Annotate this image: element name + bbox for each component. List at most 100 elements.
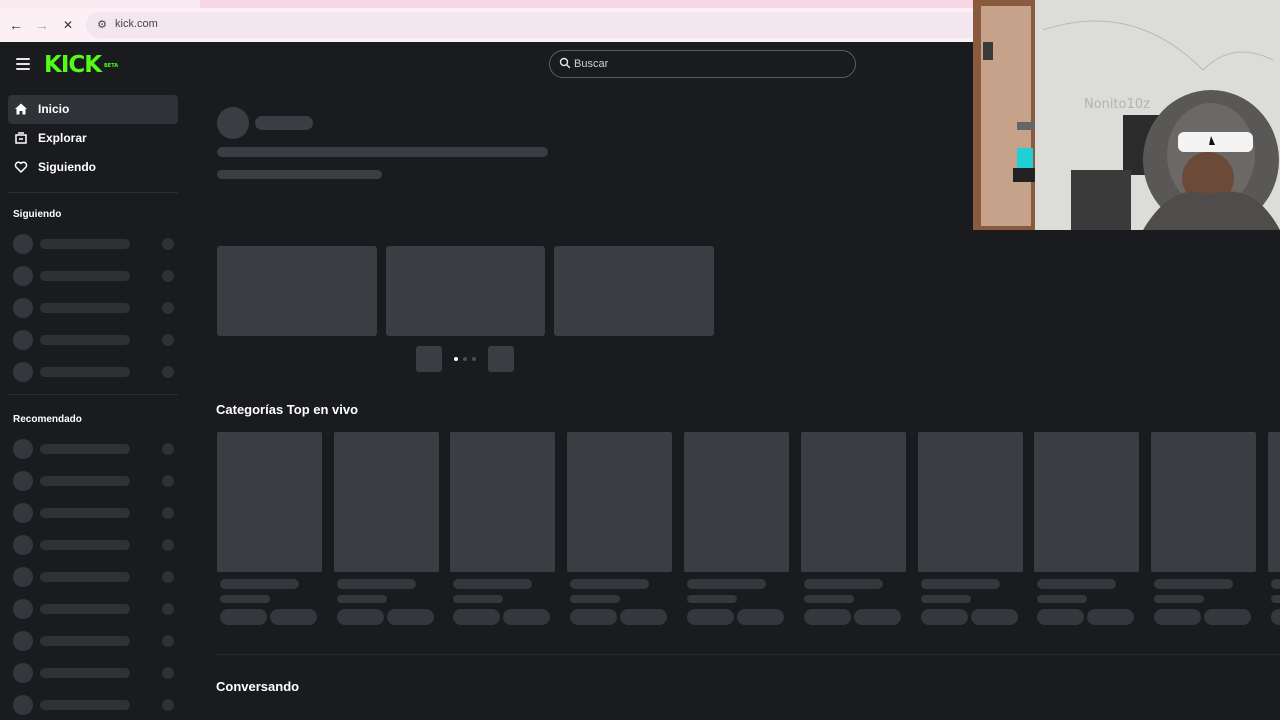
category-tag-skeleton: [1154, 609, 1201, 625]
category-thumbnail-skeleton: [334, 432, 439, 572]
carousel-card-skeleton[interactable]: [386, 246, 545, 336]
category-card-skeleton[interactable]: [801, 432, 906, 628]
featured-name-skeleton: [255, 116, 313, 130]
featured-subtitle-skeleton: [217, 170, 382, 179]
category-tag-skeleton: [971, 609, 1018, 625]
recommended-channel-skeleton: [13, 631, 178, 651]
category-viewers-skeleton: [337, 595, 387, 603]
sidebar-divider: [8, 394, 178, 395]
carousel-dot[interactable]: [463, 357, 467, 361]
category-tag-skeleton: [503, 609, 550, 625]
recommended-channel-skeleton: [13, 663, 178, 683]
category-viewers-skeleton: [1271, 595, 1280, 603]
search-icon: [559, 57, 571, 69]
category-viewers-skeleton: [453, 595, 503, 603]
category-viewers-skeleton: [804, 595, 854, 603]
category-viewers-skeleton: [570, 595, 620, 603]
beta-badge: BETA: [104, 63, 119, 69]
recommended-channel-skeleton: [13, 471, 178, 491]
category-name-skeleton: [453, 579, 532, 589]
category-viewers-skeleton: [1154, 595, 1204, 603]
category-tag-skeleton: [453, 609, 500, 625]
sidebar-item-label: Explorar: [38, 131, 87, 145]
category-name-skeleton: [921, 579, 1000, 589]
category-name-skeleton: [1271, 579, 1280, 589]
stop-loading-icon[interactable]: ✕: [59, 16, 77, 34]
search-input[interactable]: Buscar: [549, 50, 856, 78]
sidebar-item-explorar[interactable]: Explorar: [8, 124, 178, 153]
category-tag-skeleton: [854, 609, 901, 625]
following-channel-skeleton: [13, 234, 178, 254]
back-icon[interactable]: ←: [7, 16, 25, 34]
category-tag-skeleton: [1204, 609, 1251, 625]
carousel-next-button[interactable]: [488, 346, 514, 372]
top-categories-title: Categorías Top en vivo: [216, 402, 359, 417]
category-card-skeleton[interactable]: [567, 432, 672, 628]
category-name-skeleton: [687, 579, 766, 589]
recommended-channel-skeleton: [13, 535, 178, 555]
category-thumbnail-skeleton: [1034, 432, 1139, 572]
sidebar: Inicio Explorar Siguiendo Siguiendo Reco…: [0, 88, 186, 720]
category-thumbnail-skeleton: [567, 432, 672, 572]
category-thumbnail-skeleton: [801, 432, 906, 572]
forward-icon[interactable]: →: [33, 16, 51, 34]
category-tag-skeleton: [220, 609, 267, 625]
home-icon: [15, 103, 27, 115]
category-thumbnail-skeleton: [1151, 432, 1256, 572]
category-thumbnail-skeleton: [918, 432, 1023, 572]
category-name-skeleton: [1037, 579, 1116, 589]
hamburger-menu-icon[interactable]: [16, 58, 31, 70]
carousel-dot-active[interactable]: [454, 357, 458, 361]
recommended-channel-skeleton: [13, 695, 178, 715]
following-channel-skeleton: [13, 362, 178, 382]
following-heading: Siguiendo: [13, 209, 62, 220]
category-viewers-skeleton: [687, 595, 737, 603]
category-card-skeleton[interactable]: [1268, 432, 1280, 628]
category-viewers-skeleton: [220, 595, 270, 603]
category-name-skeleton: [337, 579, 416, 589]
following-channel-skeleton: [13, 330, 178, 350]
webcam-overlay: Nonito10z: [973, 0, 1280, 230]
category-thumbnail-skeleton: [450, 432, 555, 572]
recommended-heading: Recomendado: [13, 414, 82, 425]
category-thumbnail-skeleton: [1268, 432, 1280, 572]
section-divider: [216, 654, 1280, 655]
category-viewers-skeleton: [1037, 595, 1087, 603]
category-card-skeleton[interactable]: [450, 432, 555, 628]
featured-title-skeleton: [217, 147, 548, 157]
category-tag-skeleton: [1271, 609, 1280, 625]
kick-logo[interactable]: KICK BETA: [44, 52, 118, 78]
featured-avatar-skeleton: [217, 107, 249, 139]
following-channel-skeleton: [13, 266, 178, 286]
category-name-skeleton: [1154, 579, 1233, 589]
logo-text: KICK: [44, 52, 102, 78]
category-tag-skeleton: [921, 609, 968, 625]
category-viewers-skeleton: [921, 595, 971, 603]
recommended-channel-skeleton: [13, 439, 178, 459]
sidebar-item-inicio[interactable]: Inicio: [8, 95, 178, 124]
category-card-skeleton[interactable]: [684, 432, 789, 628]
category-card-skeleton[interactable]: [918, 432, 1023, 628]
recommended-channel-skeleton: [13, 599, 178, 619]
site-info-icon[interactable]: ⚙: [94, 17, 110, 33]
browser-tab[interactable]: [0, 0, 200, 8]
carousel-card-skeleton[interactable]: [217, 246, 377, 336]
carousel-prev-button[interactable]: [416, 346, 442, 372]
category-thumbnail-skeleton: [684, 432, 789, 572]
recommended-channel-skeleton: [13, 503, 178, 523]
category-tag-skeleton: [387, 609, 434, 625]
carousel-dot[interactable]: [472, 357, 476, 361]
category-tag-skeleton: [337, 609, 384, 625]
category-card-skeleton[interactable]: [217, 432, 322, 628]
category-card-skeleton[interactable]: [334, 432, 439, 628]
search-placeholder: Buscar: [574, 58, 609, 70]
category-tag-skeleton: [270, 609, 317, 625]
url-text[interactable]: kick.com: [115, 18, 158, 30]
recommended-channel-skeleton: [13, 567, 178, 587]
carousel-card-skeleton[interactable]: [554, 246, 714, 336]
category-tag-skeleton: [570, 609, 617, 625]
sidebar-item-siguiendo[interactable]: Siguiendo: [8, 153, 178, 182]
category-name-skeleton: [804, 579, 883, 589]
category-card-skeleton[interactable]: [1034, 432, 1139, 628]
category-card-skeleton[interactable]: [1151, 432, 1256, 628]
